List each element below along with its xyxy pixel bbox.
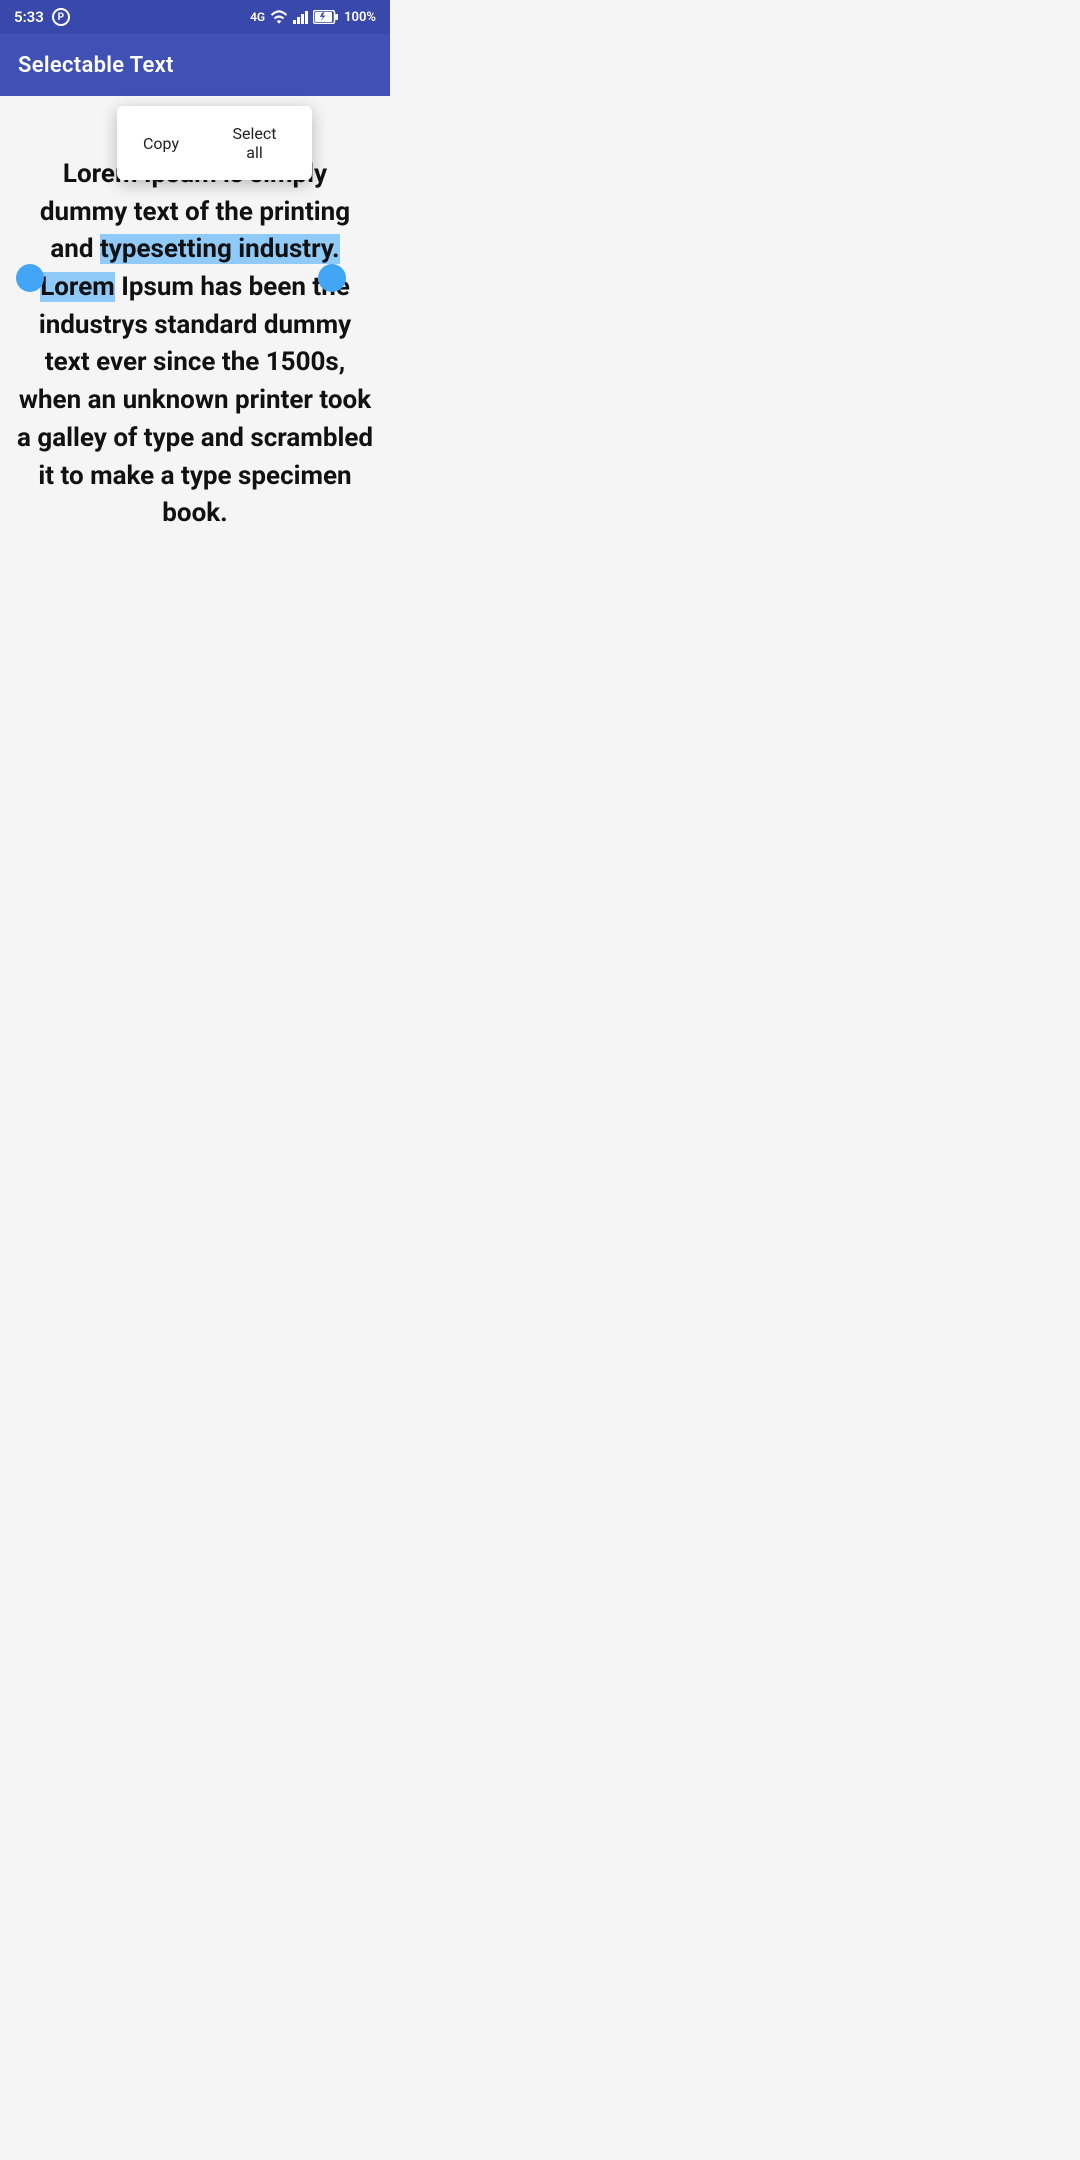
pandora-icon: P — [52, 8, 70, 26]
selection-handle-right[interactable] — [318, 264, 346, 292]
main-text[interactable]: Lorem Ipsum is simply dummy text of the … — [16, 156, 374, 533]
app-title: Selectable Text — [18, 53, 174, 78]
copy-button[interactable]: Copy — [121, 124, 201, 163]
status-right: 4G 100% — [250, 10, 376, 25]
status-bar: 5:33 P 4G 100% — [0, 0, 390, 34]
network-label: 4G — [250, 10, 265, 24]
select-all-button[interactable]: Select all — [201, 114, 308, 172]
battery-percent: 100% — [344, 10, 376, 25]
battery-icon — [313, 10, 339, 24]
text-after-highlight: Ipsum has been the industrys standard du… — [17, 272, 373, 528]
signal-icon — [293, 10, 308, 24]
app-bar: Selectable Text — [0, 34, 390, 96]
content-area: Copy Select all Lorem Ipsum is simply du… — [0, 96, 390, 780]
text-selection-popup: Copy Select all — [117, 106, 312, 180]
wifi-icon — [270, 10, 288, 24]
selection-handle-left[interactable] — [16, 264, 44, 292]
status-time: 5:33 — [14, 8, 44, 26]
status-left: 5:33 P — [14, 8, 70, 26]
